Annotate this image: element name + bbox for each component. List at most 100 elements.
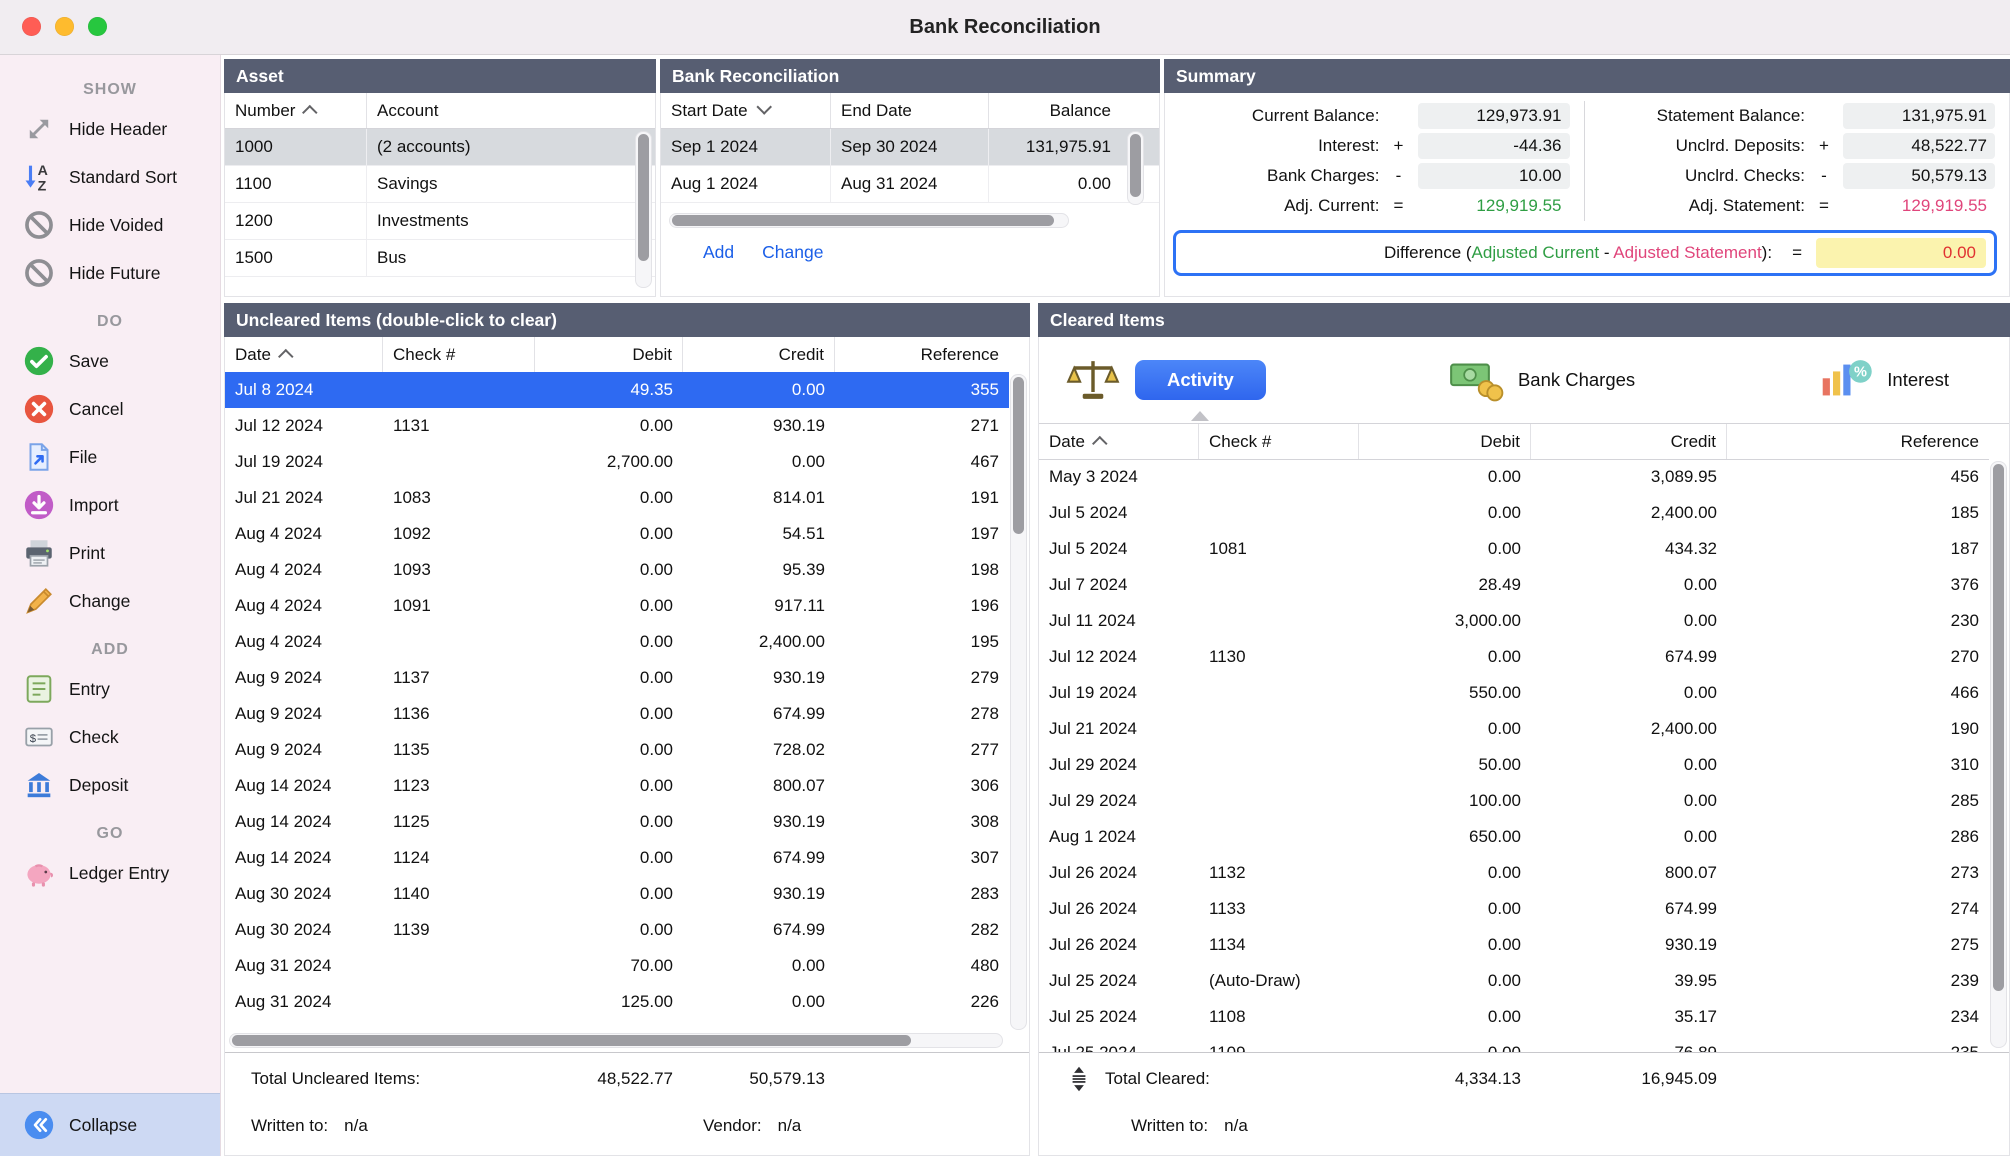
cleared-row[interactable]: Jul 11 20243,000.000.00230	[1039, 603, 1989, 639]
cleared-row[interactable]: Jul 19 2024550.000.00466	[1039, 675, 1989, 711]
scrollbar-thumb[interactable]	[638, 134, 649, 261]
asset-row[interactable]: 1100Savings	[225, 166, 655, 203]
uncleared-vertical-scrollbar[interactable]	[1010, 374, 1027, 1030]
asset-row[interactable]: 1000(2 accounts)	[225, 129, 655, 166]
column-label: Check #	[393, 345, 455, 365]
scrollbar-thumb[interactable]	[1993, 464, 2004, 991]
sidebar-item-deposit[interactable]: Deposit	[0, 761, 220, 809]
uncleared-row[interactable]: Aug 9 202411360.00674.99278	[225, 696, 1009, 732]
cleared-row[interactable]: Jul 7 202428.490.00376	[1039, 567, 1989, 603]
uncleared-cell-debit: 0.00	[535, 416, 683, 436]
sidebar-item-hide-future[interactable]: Hide Future	[0, 249, 220, 297]
asset-vertical-scrollbar[interactable]	[635, 131, 652, 288]
cleared-row[interactable]: Jul 29 2024100.000.00285	[1039, 783, 1989, 819]
collapse-button[interactable]: Collapse	[0, 1093, 220, 1156]
uncleared-row[interactable]: Aug 4 202410910.00917.11196	[225, 588, 1009, 624]
uncleared-row[interactable]: Aug 4 20240.002,400.00195	[225, 624, 1009, 660]
cleared-row[interactable]: May 3 20240.003,089.95456	[1039, 459, 1989, 495]
sidebar-item-hide-header[interactable]: Hide Header	[0, 105, 220, 153]
cleared-row[interactable]: Jul 5 20240.002,400.00185	[1039, 495, 1989, 531]
sidebar-item-import[interactable]: Import	[0, 481, 220, 529]
close-window-button[interactable]	[22, 17, 41, 36]
recon-row[interactable]: Aug 1 2024Aug 31 20240.00	[661, 166, 1159, 203]
tab-activity[interactable]: Activity	[1065, 356, 1266, 404]
asset-row[interactable]: 1500Bus	[225, 240, 655, 277]
scrollbar-thumb[interactable]	[1013, 377, 1024, 534]
sidebar-item-ledger-entry[interactable]: Ledger Entry	[0, 849, 220, 897]
cleared-row[interactable]: Jul 21 20240.002,400.00190	[1039, 711, 1989, 747]
cleared-row[interactable]: Aug 1 2024650.000.00286	[1039, 819, 1989, 855]
uncleared-column-date[interactable]: Date	[225, 337, 383, 372]
uncleared-cell-credit: 54.51	[683, 524, 835, 544]
recon-horizontal-scrollbar[interactable]	[669, 213, 1069, 228]
cleared-row[interactable]: Jul 26 202411330.00674.99274	[1039, 891, 1989, 927]
cleared-row[interactable]: Jul 26 202411320.00800.07273	[1039, 855, 1989, 891]
asset-cell-account: Bus	[367, 248, 655, 268]
cleared-row[interactable]: Jul 25 2024(Auto-Draw)0.0039.95239	[1039, 963, 1989, 999]
uncleared-cell-reference: 355	[835, 380, 1009, 400]
uncleared-row[interactable]: Jul 21 202410830.00814.01191	[225, 480, 1009, 516]
sidebar-item-print[interactable]: Print	[0, 529, 220, 577]
recon-column-end-date[interactable]: End Date	[831, 93, 989, 128]
sidebar-item-file[interactable]: File	[0, 433, 220, 481]
uncleared-column-reference[interactable]: Reference	[835, 337, 1009, 372]
uncleared-row[interactable]: Jul 8 202449.350.00355	[225, 372, 1009, 408]
cleared-column-debit[interactable]: Debit	[1359, 424, 1531, 459]
cleared-row[interactable]: Jul 25 202411090.0076.89235	[1039, 1035, 1989, 1052]
zoom-window-button[interactable]	[88, 17, 107, 36]
uncleared-column-check[interactable]: Check #	[383, 337, 535, 372]
sidebar-item-standard-sort[interactable]: AZStandard Sort	[0, 153, 220, 201]
tab-bank-charges[interactable]: Bank Charges	[1448, 356, 1635, 404]
sidebar-item-save[interactable]: Save	[0, 337, 220, 385]
uncleared-row[interactable]: Aug 30 202411400.00930.19283	[225, 876, 1009, 912]
asset-column-number[interactable]: Number	[225, 93, 367, 128]
cleared-column-date[interactable]: Date	[1039, 424, 1199, 459]
uncleared-row[interactable]: Aug 31 202470.000.00480	[225, 948, 1009, 984]
add-button[interactable]: Add	[703, 242, 734, 263]
cleared-vertical-scrollbar[interactable]	[1990, 461, 2007, 1048]
scrollbar-thumb[interactable]	[672, 215, 1054, 226]
uncleared-row[interactable]: Aug 14 202411240.00674.99307	[225, 840, 1009, 876]
uncleared-row[interactable]: Aug 14 202411230.00800.07306	[225, 768, 1009, 804]
cleared-row[interactable]: Jul 25 202411080.0035.17234	[1039, 999, 1989, 1035]
uncleared-row[interactable]: Jul 19 20242,700.000.00467	[225, 444, 1009, 480]
recon-row[interactable]: Sep 1 2024Sep 30 2024131,975.91	[661, 129, 1159, 166]
change-button[interactable]: Change	[762, 242, 823, 263]
uncleared-horizontal-scrollbar[interactable]	[229, 1033, 1003, 1048]
sidebar-item-cancel[interactable]: Cancel	[0, 385, 220, 433]
sidebar-item-hide-voided[interactable]: Hide Voided	[0, 201, 220, 249]
uncleared-row[interactable]: Aug 30 202411390.00674.99282	[225, 912, 1009, 948]
column-label: Account	[377, 101, 438, 121]
uncleared-column-credit[interactable]: Credit	[683, 337, 835, 372]
cleared-column-credit[interactable]: Credit	[1531, 424, 1727, 459]
sidebar-section-label: GO	[0, 825, 220, 843]
uncleared-row[interactable]: Aug 14 202411250.00930.19308	[225, 804, 1009, 840]
sidebar-item-change[interactable]: Change	[0, 577, 220, 625]
uncleared-row[interactable]: Jul 12 202411310.00930.19271	[225, 408, 1009, 444]
uncleared-column-debit[interactable]: Debit	[535, 337, 683, 372]
uncleared-row[interactable]: Aug 4 202410930.0095.39198	[225, 552, 1009, 588]
uncleared-row[interactable]: Aug 4 202410920.0054.51197	[225, 516, 1009, 552]
tab-interest[interactable]: %Interest	[1817, 356, 1949, 404]
uncleared-row[interactable]: Aug 9 202411370.00930.19279	[225, 660, 1009, 696]
cleared-row[interactable]: Jul 29 202450.000.00310	[1039, 747, 1989, 783]
minimize-window-button[interactable]	[55, 17, 74, 36]
cleared-row[interactable]: Jul 5 202410810.00434.32187	[1039, 531, 1989, 567]
sidebar-item-check[interactable]: $Check	[0, 713, 220, 761]
recon-column-balance[interactable]: Balance	[989, 93, 1121, 128]
scrollbar-thumb[interactable]	[232, 1035, 911, 1046]
cleared-column-check[interactable]: Check #	[1199, 424, 1359, 459]
sidebar-item-entry[interactable]: Entry	[0, 665, 220, 713]
uncleared-row[interactable]: Aug 9 202411350.00728.02277	[225, 732, 1009, 768]
recon-column-start-date[interactable]: Start Date	[661, 93, 831, 128]
asset-column-account[interactable]: Account	[367, 93, 655, 128]
svg-text:%: %	[1854, 365, 1867, 381]
scrollbar-thumb[interactable]	[1130, 134, 1141, 197]
sidebar-sections: SHOWHide HeaderAZStandard SortHide Voide…	[0, 55, 220, 1093]
uncleared-row[interactable]: Aug 31 2024125.000.00226	[225, 984, 1009, 1020]
recon-vertical-scrollbar[interactable]	[1127, 131, 1144, 205]
cleared-row[interactable]: Jul 26 202411340.00930.19275	[1039, 927, 1989, 963]
cleared-row[interactable]: Jul 12 202411300.00674.99270	[1039, 639, 1989, 675]
cleared-column-reference[interactable]: Reference	[1727, 424, 1989, 459]
asset-row[interactable]: 1200Investments	[225, 203, 655, 240]
